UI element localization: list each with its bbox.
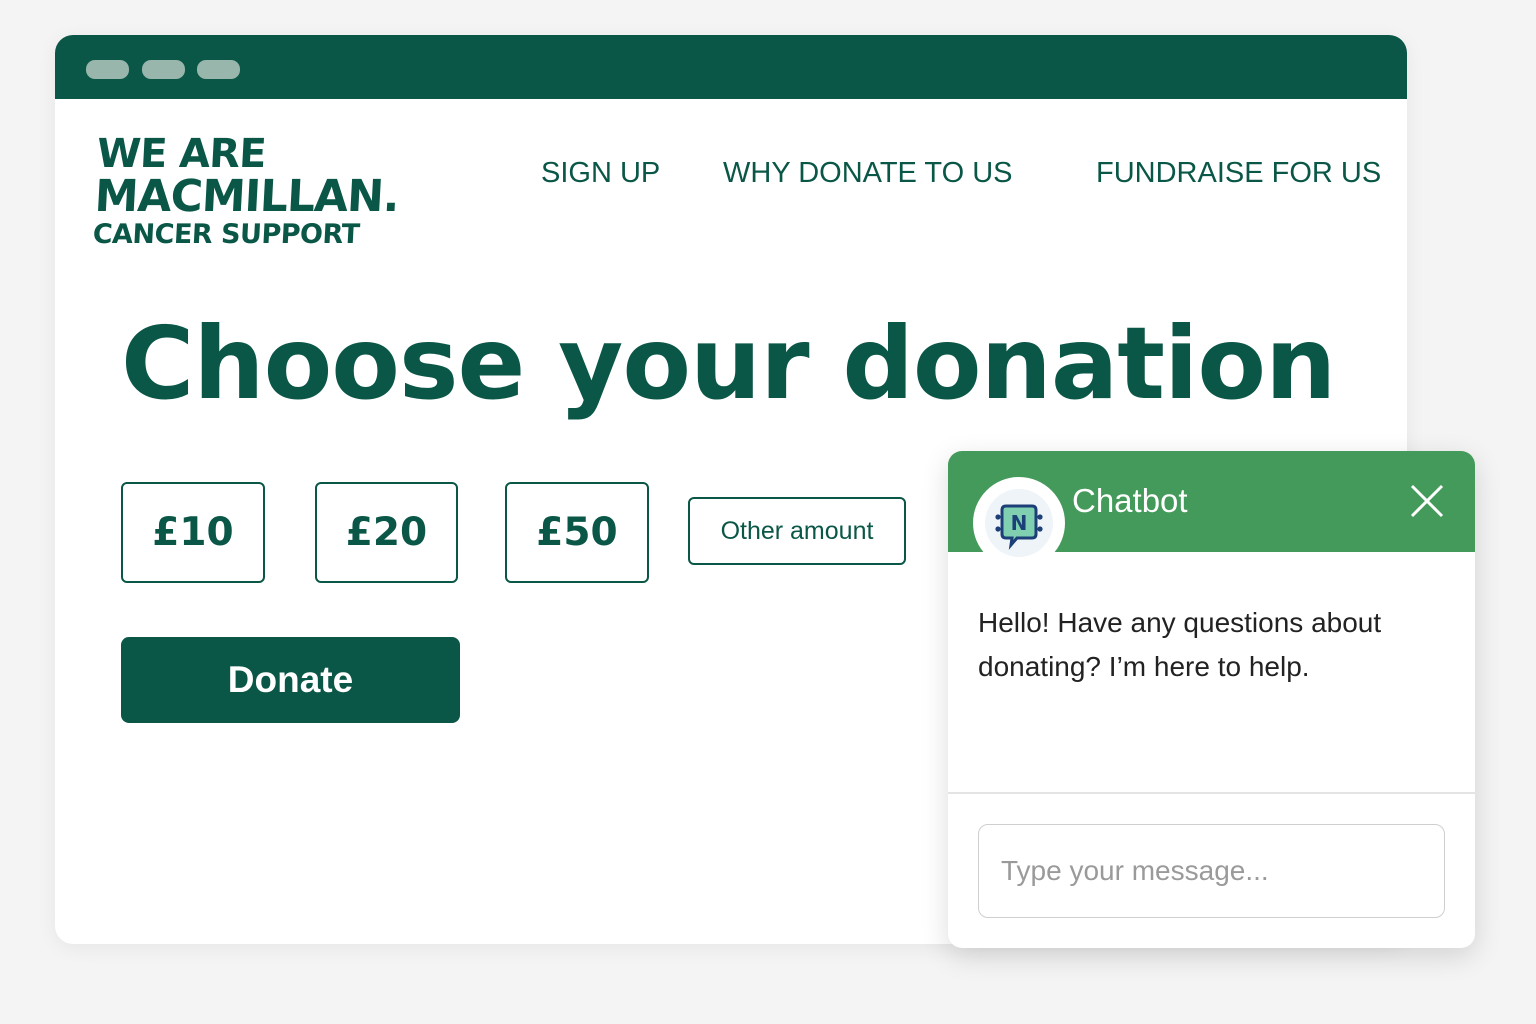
close-icon[interactable] [1409,483,1445,519]
browser-title-bar [55,35,1407,99]
chat-divider [948,792,1475,794]
donate-button[interactable]: Donate [121,637,460,723]
nav-why-donate[interactable]: WHY DONATE TO US [723,157,1013,190]
amount-50-button[interactable]: £50 [505,482,649,583]
chat-message-input[interactable] [978,824,1445,918]
page-title: Choose your donation [121,305,1336,422]
chat-bot-icon: N [985,489,1053,557]
window-control-dot[interactable] [197,60,240,79]
amount-10-button[interactable]: £10 [121,482,265,583]
macmillan-logo[interactable]: WE ARE MACMILLAN. CANCER SUPPORT [91,131,402,251]
chatbot-title: Chatbot [1072,482,1188,519]
logo-line-1: WE ARE [95,131,267,177]
amount-20-button[interactable]: £20 [315,482,458,583]
logo-line-2: MACMILLAN. [93,171,401,222]
logo-line-3: CANCER SUPPORT [91,219,361,250]
nav-sign-up[interactable]: SIGN UP [541,157,660,190]
nav-fundraise[interactable]: FUNDRAISE FOR US [1096,157,1381,190]
other-amount-button[interactable]: Other amount [688,497,906,565]
chatbot-header: N Chatbot [948,451,1475,569]
chatbot-avatar: N [973,477,1065,569]
chatbot-message: Hello! Have any questions about donating… [978,607,1382,682]
window-control-dot[interactable] [86,60,129,79]
chatbot-widget: N Chatbot Hello! Have any questions abou… [948,451,1475,948]
avatar-letter: N [1011,511,1028,535]
window-control-dot[interactable] [142,60,185,79]
